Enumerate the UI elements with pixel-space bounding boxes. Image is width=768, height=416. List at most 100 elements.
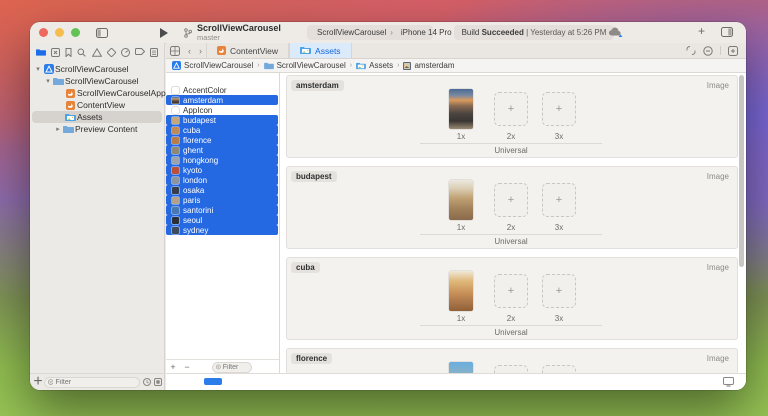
asset-type-label: Image (707, 354, 729, 363)
source-control-filter-icon[interactable] (154, 378, 162, 386)
recent-files-filter-icon[interactable] (143, 378, 151, 386)
vertical-scrollbar[interactable] (739, 75, 744, 267)
breadcrumb-group[interactable]: ScrollViewCarousel (277, 61, 346, 70)
list-item[interactable]: amsterdam (166, 95, 278, 105)
list-item[interactable]: sydney (166, 225, 278, 235)
git-branch-icon (184, 28, 192, 38)
outline-filter-field[interactable] (212, 362, 252, 373)
image-slot-1x[interactable] (449, 89, 473, 129)
build-status-text: Build Succeeded | Yesterday at 5:26 PM (462, 28, 607, 37)
empty-slot-2x[interactable]: + (494, 274, 528, 308)
add-editor-icon[interactable] (728, 46, 738, 56)
project-icon (42, 64, 55, 74)
selection-indicator[interactable] (204, 378, 222, 385)
imageset-name-badge: budapest (291, 171, 337, 182)
minimize-window-button[interactable] (55, 28, 64, 37)
breadcrumb-assets[interactable]: Assets (369, 61, 393, 70)
list-item[interactable]: cuba (166, 125, 278, 135)
device-preview-icon[interactable] (723, 377, 734, 387)
source-control-navigator-icon[interactable] (51, 48, 60, 57)
add-tab-button[interactable]: + (698, 24, 705, 38)
bookmarks-navigator-icon[interactable] (65, 48, 72, 57)
tests-navigator-icon[interactable] (107, 48, 116, 57)
add-file-button[interactable]: + (32, 373, 44, 390)
editor-bottom-bar (166, 373, 746, 390)
navigator-filter-field[interactable] (44, 377, 140, 388)
empty-slot-2x[interactable]: + (494, 365, 528, 373)
close-window-button[interactable] (39, 28, 48, 37)
zoom-window-button[interactable] (71, 28, 80, 37)
list-item[interactable]: AppIcon (166, 105, 278, 115)
debug-navigator-icon[interactable] (121, 48, 130, 57)
code-review-icon[interactable] (686, 46, 696, 55)
tree-item-project[interactable]: ▾ ScrollViewCarousel (30, 63, 164, 75)
disclosure-open-icon[interactable]: ▾ (34, 65, 42, 73)
empty-slot-3x[interactable]: + (542, 274, 576, 308)
reports-navigator-icon[interactable] (150, 48, 158, 57)
issues-navigator-icon[interactable] (92, 48, 102, 57)
list-item[interactable]: paris (166, 195, 278, 205)
back-button[interactable]: ‹ (184, 43, 195, 58)
disclosure-closed-icon[interactable]: ▸ (54, 125, 62, 133)
tree-item-preview-content[interactable]: ▸ Preview Content (30, 123, 164, 135)
folder-icon (264, 62, 274, 70)
empty-slot-2x[interactable]: + (494, 183, 528, 217)
empty-slot-2x[interactable]: + (494, 92, 528, 126)
disclosure-open-icon[interactable]: ▾ (44, 77, 52, 85)
scale-label: 2x (491, 223, 531, 232)
project-navigator-icon[interactable] (36, 48, 46, 57)
run-button[interactable] (160, 28, 168, 38)
imageset-card-cuba: cuba Image + + 1x 2x 3x Universal (286, 257, 738, 340)
list-item[interactable]: hongkong (166, 155, 278, 165)
xcode-cloud-icon[interactable] (608, 27, 623, 38)
project-icon (172, 61, 181, 70)
tree-item-assets[interactable]: Assets (32, 111, 162, 123)
asset-canvas: amsterdam Image + + 1x 2x 3x Universal b… (279, 73, 746, 373)
list-item[interactable]: london (166, 175, 278, 185)
list-item[interactable]: florence (166, 135, 278, 145)
list-item[interactable]: AccentColor (166, 85, 278, 95)
breakpoints-navigator-icon[interactable] (135, 48, 145, 56)
navigator-filter-bar: + (30, 373, 165, 390)
tree-item-app-file[interactable]: ScrollViewCarouselApp (30, 87, 164, 99)
tree-item-group[interactable]: ▾ ScrollViewCarousel (30, 75, 164, 87)
activity-view[interactable]: Build Succeeded | Yesterday at 5:26 PM (454, 25, 614, 40)
asset-type-label: Image (707, 172, 729, 181)
navigator-filter-input[interactable] (55, 379, 136, 386)
jump-bar: ScrollViewCarousel › ScrollViewCarousel … (166, 59, 746, 73)
scheme-selector[interactable]: ScrollViewCarousel › iPhone 14 Pro (307, 25, 433, 40)
empty-slot-3x[interactable]: + (542, 92, 576, 126)
list-item[interactable]: ghent (166, 145, 278, 155)
list-item[interactable]: seoul (166, 215, 278, 225)
image-thumb-icon (172, 97, 179, 104)
asset-list: AccentColor amsterdam AppIcon budapest c… (166, 85, 278, 235)
list-item[interactable]: santorini (166, 205, 278, 215)
outline-filter-input[interactable] (223, 364, 248, 371)
image-slot-1x[interactable] (449, 362, 473, 373)
forward-button[interactable]: › (195, 43, 206, 58)
scale-label: 2x (491, 314, 531, 323)
scheme-project-label: ScrollViewCarousel (317, 28, 386, 37)
empty-slot-3x[interactable]: + (542, 365, 576, 373)
toggle-navigator-icon[interactable] (96, 28, 108, 38)
tree-item-contentview[interactable]: ContentView (30, 99, 164, 111)
image-slot-1x[interactable] (449, 271, 473, 311)
list-item[interactable]: osaka (166, 185, 278, 195)
list-item[interactable]: kyoto (166, 165, 278, 175)
divider (420, 143, 602, 144)
breadcrumb-imageset[interactable]: amsterdam (414, 61, 454, 70)
remove-asset-button[interactable]: − (180, 362, 194, 372)
tab-assets[interactable]: Assets (289, 43, 352, 58)
tab-contentview[interactable]: ContentView (206, 43, 289, 58)
breadcrumb-project[interactable]: ScrollViewCarousel (184, 61, 253, 70)
add-asset-button[interactable]: + (166, 362, 180, 372)
editor-overview-icon[interactable] (166, 43, 184, 58)
xcode-window: ScrollViewCarousel master ScrollViewCaro… (30, 22, 746, 390)
empty-slot-3x[interactable]: + (542, 183, 576, 217)
find-navigator-icon[interactable] (77, 48, 86, 57)
toggle-inspector-icon[interactable] (721, 27, 733, 37)
divider (720, 46, 721, 55)
image-slot-1x[interactable] (449, 180, 473, 220)
close-editor-icon[interactable] (703, 46, 713, 56)
list-item[interactable]: budapest (166, 115, 278, 125)
